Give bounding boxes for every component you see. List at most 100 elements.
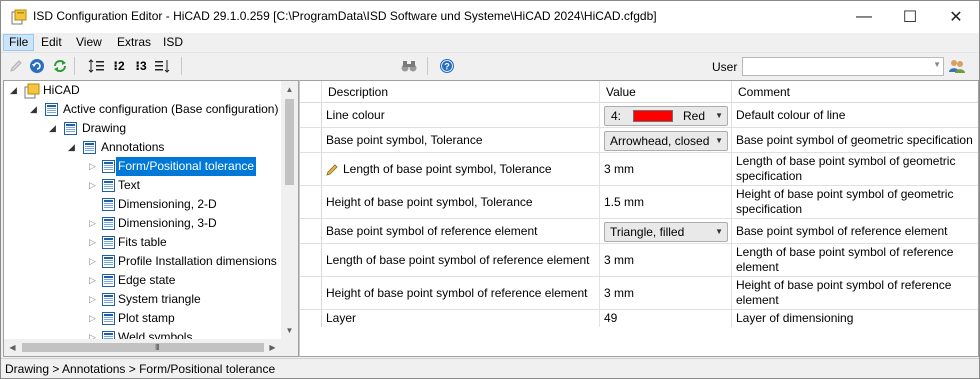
collapsed-arrow-icon[interactable]: ▷ bbox=[89, 309, 99, 328]
value-cell[interactable]: 1.5 mm bbox=[600, 186, 732, 218]
help-button[interactable]: ? bbox=[437, 56, 457, 76]
find-button[interactable] bbox=[399, 56, 419, 76]
level-2-button[interactable]: ⁝2 bbox=[109, 56, 129, 76]
value-text: 3 mm bbox=[604, 252, 634, 267]
collapsed-arrow-icon[interactable]: ▷ bbox=[89, 214, 99, 233]
maximize-icon: ☐ bbox=[902, 9, 918, 26]
row-header bbox=[300, 310, 322, 328]
tree-vertical-scrollbar[interactable]: ▲ ▼ bbox=[281, 81, 298, 339]
combobox-value: Triangle, filled bbox=[610, 225, 685, 239]
value-cell[interactable]: 3 mm bbox=[600, 244, 732, 276]
table-row[interactable]: Base point symbol, Tolerance Arrowhead, … bbox=[300, 128, 978, 153]
expand-tree-button[interactable] bbox=[87, 56, 107, 76]
minimize-button[interactable]: — bbox=[841, 1, 887, 33]
tree-item-text[interactable]: ▷ Text bbox=[4, 176, 284, 195]
user-combobox[interactable]: ▼ bbox=[742, 57, 944, 76]
table-row[interactable]: Height of base point symbol, Tolerance 1… bbox=[300, 186, 978, 219]
collapse-tree-button[interactable] bbox=[153, 56, 173, 76]
menu-view[interactable]: View bbox=[71, 34, 107, 51]
table-row[interactable]: Height of base point symbol of reference… bbox=[300, 277, 978, 310]
status-bar: Drawing > Annotations > Form/Positional … bbox=[1, 358, 979, 378]
user-manage-button[interactable] bbox=[947, 56, 967, 76]
tree-item-profile-installation-dimensions[interactable]: ▷ Profile Installation dimensions bbox=[4, 252, 284, 271]
refresh-button[interactable] bbox=[50, 56, 70, 76]
table-row[interactable]: Length of base point symbol of reference… bbox=[300, 244, 978, 277]
grid-header: Description Value Comment bbox=[300, 81, 978, 103]
pencil-icon bbox=[326, 163, 338, 176]
table-icon bbox=[102, 274, 115, 287]
base-point-symbol-combobox[interactable]: Arrowhead, closed ▼ bbox=[604, 131, 728, 151]
tree-item-hicad[interactable]: ◢ HiCAD bbox=[4, 81, 284, 100]
collapsed-arrow-icon[interactable]: ▷ bbox=[89, 233, 99, 252]
value-cell[interactable]: 4: Red ▼ bbox=[600, 103, 732, 127]
column-header-value[interactable]: Value bbox=[600, 81, 732, 103]
tree-label: Form/Positional tolerance bbox=[116, 157, 257, 176]
maximize-button[interactable]: ☐ bbox=[887, 1, 933, 33]
table-row[interactable]: Length of base point symbol, Tolerance 3… bbox=[300, 153, 978, 186]
tree-item-dimensioning-3d[interactable]: ▷ Dimensioning, 3-D bbox=[4, 214, 284, 233]
table-icon bbox=[102, 198, 115, 211]
tree-item-active-configuration[interactable]: ◢ Active configuration (Base configurati… bbox=[4, 100, 284, 119]
chevron-down-icon: ▼ bbox=[715, 136, 723, 145]
expanded-arrow-icon[interactable]: ◢ bbox=[10, 81, 20, 100]
value-cell[interactable]: Arrowhead, closed ▼ bbox=[600, 128, 732, 152]
tree-item-fits-table[interactable]: ▷ Fits table bbox=[4, 233, 284, 252]
scroll-down-icon[interactable]: ▼ bbox=[281, 322, 298, 339]
close-button[interactable]: ✕ bbox=[933, 1, 979, 33]
scroll-thumb[interactable]: III bbox=[22, 343, 264, 352]
table-row[interactable]: Base point symbol of reference element T… bbox=[300, 219, 978, 244]
reference-symbol-combobox[interactable]: Triangle, filled ▼ bbox=[604, 222, 728, 242]
help-icon: ? bbox=[440, 59, 454, 73]
scroll-left-icon[interactable]: ◀ bbox=[4, 339, 21, 356]
column-header-description[interactable]: Description bbox=[322, 81, 600, 103]
tree-item-annotations[interactable]: ◢ Annotations bbox=[4, 138, 284, 157]
menu-file[interactable]: File bbox=[3, 34, 35, 51]
tree-item-system-triangle[interactable]: ▷ System triangle bbox=[4, 290, 284, 309]
value-cell[interactable]: Triangle, filled ▼ bbox=[600, 219, 732, 243]
scroll-thumb[interactable] bbox=[285, 99, 294, 185]
menu-isd[interactable]: ISD bbox=[158, 34, 188, 51]
value-text: 3 mm bbox=[604, 285, 634, 300]
table-row[interactable]: Line colour 4: Red ▼ Default colour of l… bbox=[300, 103, 978, 128]
description-text: Length of base point symbol of reference… bbox=[326, 252, 590, 267]
menu-edit[interactable]: Edit bbox=[36, 34, 67, 51]
collapsed-arrow-icon[interactable]: ▷ bbox=[89, 157, 99, 176]
value-cell[interactable]: 49 bbox=[600, 310, 732, 327]
description-text: Height of base point symbol of reference… bbox=[326, 285, 588, 300]
collapsed-arrow-icon[interactable]: ▷ bbox=[89, 176, 99, 195]
collapsed-arrow-icon[interactable]: ▷ bbox=[89, 252, 99, 271]
tree-expand-icon bbox=[88, 59, 104, 73]
tree-item-plot-stamp[interactable]: ▷ Plot stamp bbox=[4, 309, 284, 328]
collapsed-arrow-icon[interactable]: ▷ bbox=[89, 271, 99, 290]
table-row[interactable]: Layer 49 Layer of dimensioning bbox=[300, 310, 978, 328]
scroll-right-icon[interactable]: ▶ bbox=[264, 339, 281, 356]
table-icon bbox=[102, 217, 115, 230]
chevron-down-icon: ▼ bbox=[715, 111, 723, 120]
line-colour-combobox[interactable]: 4: Red ▼ bbox=[604, 106, 728, 126]
undo-button[interactable] bbox=[27, 56, 47, 76]
expanded-arrow-icon[interactable]: ◢ bbox=[49, 119, 59, 138]
toolbar-separator bbox=[181, 57, 182, 75]
collapsed-arrow-icon[interactable]: ▷ bbox=[89, 290, 99, 309]
expanded-arrow-icon[interactable]: ◢ bbox=[30, 100, 40, 119]
configuration-tree[interactable]: ◢ HiCAD ◢ Active configuration (Base con… bbox=[3, 80, 299, 357]
comment-cell: Default colour of line bbox=[732, 103, 978, 127]
value-cell[interactable]: 3 mm bbox=[600, 153, 732, 185]
scroll-corner bbox=[281, 339, 298, 356]
value-cell[interactable]: 3 mm bbox=[600, 277, 732, 309]
edit-button[interactable] bbox=[6, 56, 26, 76]
column-header-comment[interactable]: Comment bbox=[732, 81, 978, 103]
tree-item-dimensioning-2d[interactable]: Dimensioning, 2-D bbox=[4, 195, 284, 214]
app-icon bbox=[11, 9, 27, 25]
expanded-arrow-icon[interactable]: ◢ bbox=[68, 138, 78, 157]
toolbar: ⁝2 ⁝3 ? User ▼ bbox=[1, 52, 979, 79]
tree-item-edge-state[interactable]: ▷ Edge state bbox=[4, 271, 284, 290]
tree-item-drawing[interactable]: ◢ Drawing bbox=[4, 119, 284, 138]
tree-horizontal-scrollbar[interactable]: ◀ III ▶ bbox=[4, 339, 281, 356]
scroll-up-icon[interactable]: ▲ bbox=[281, 81, 298, 98]
tree-item-form-positional-tolerance[interactable]: ▷ Form/Positional tolerance bbox=[4, 157, 284, 176]
chevron-down-icon: ▼ bbox=[933, 60, 941, 69]
menu-extras[interactable]: Extras bbox=[112, 34, 156, 51]
level-3-button[interactable]: ⁝3 bbox=[131, 56, 151, 76]
tree-label: Annotations bbox=[101, 140, 165, 154]
